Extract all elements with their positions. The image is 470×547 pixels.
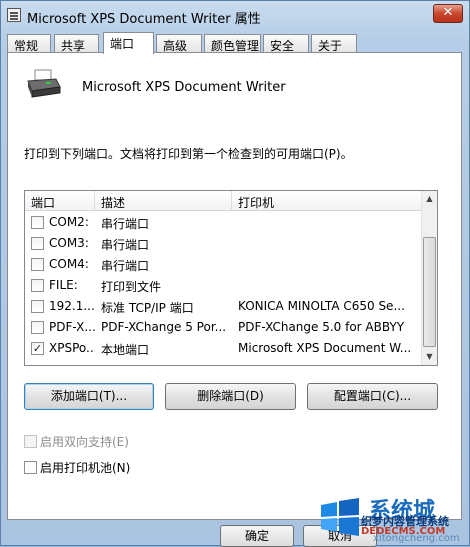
watermark-logo: 系统城 织梦内容管理系统 DEDECMS.COM xitongcheng.com xyxy=(313,491,470,547)
tab-color-management[interactable]: 颜色管理 xyxy=(204,34,261,53)
port-description-cell: 标准 TCP/IP 端口 xyxy=(101,301,194,315)
configure-port-button[interactable]: 配置端口(C)... xyxy=(307,383,438,410)
port-name-cell: FILE: xyxy=(49,278,78,292)
ok-button[interactable]: 确定 xyxy=(220,525,294,547)
port-row[interactable]: COM2: 串行端口 xyxy=(25,212,423,233)
port-description-cell: 串行端口 xyxy=(101,238,150,252)
port-row[interactable]: COM4: 串行端口 xyxy=(25,254,423,275)
scroll-down-icon[interactable]: ▼ xyxy=(422,349,437,365)
port-name-cell: 192.1... xyxy=(49,299,95,313)
port-checkbox[interactable] xyxy=(31,300,44,313)
bidirectional-label: 启用双向支持(E) xyxy=(40,435,129,449)
port-printer-cell: Microsoft XPS Document W... xyxy=(238,341,412,355)
properties-window: Microsoft XPS Document Writer 属性 ✕ 常规 共享… xyxy=(0,0,470,547)
port-checkbox[interactable] xyxy=(31,216,44,229)
tab-advanced[interactable]: 高级 xyxy=(156,34,202,53)
port-name-cell: PDF-X... xyxy=(49,320,95,334)
port-row[interactable]: COM3: 串行端口 xyxy=(25,233,423,254)
port-name-cell: COM4: xyxy=(49,257,89,271)
tab-security[interactable]: 安全 xyxy=(263,34,309,53)
port-name-cell: XPSPo... xyxy=(49,341,95,355)
port-description-cell: 本地端口 xyxy=(101,343,150,357)
window-title: Microsoft XPS Document Writer 属性 xyxy=(27,12,261,27)
port-name-cell: COM2: xyxy=(49,215,89,229)
printer-name: Microsoft XPS Document Writer xyxy=(82,80,286,95)
scroll-up-icon[interactable]: ▲ xyxy=(422,191,437,207)
bidirectional-checkbox[interactable] xyxy=(24,435,37,448)
port-list[interactable]: 端口 描述 打印机 COM2: 串行端口 COM3: 串行端口 COM4: 串行端口 FIL… xyxy=(24,190,438,366)
port-list-scrollbar[interactable]: ▲ ▼ xyxy=(421,191,437,365)
tab-sharing[interactable]: 共享 xyxy=(54,34,99,53)
port-list-header: 端口 描述 打印机 xyxy=(25,191,423,211)
title-bar: Microsoft XPS Document Writer 属性 ✕ xyxy=(1,1,469,31)
port-description-cell: 串行端口 xyxy=(101,217,150,231)
pooling-checkbox[interactable] xyxy=(24,461,37,474)
port-checkbox[interactable] xyxy=(31,258,44,271)
port-checkbox[interactable] xyxy=(31,237,44,250)
port-description-cell: 串行端口 xyxy=(101,259,150,273)
delete-port-button[interactable]: 删除端口(D) xyxy=(165,383,296,410)
port-printer-cell: KONICA MINOLTA C650 Se... xyxy=(238,299,405,313)
port-name-cell: COM3: xyxy=(49,236,89,250)
port-row[interactable]: 192.1... 标准 TCP/IP 端口 KONICA MINOLTA C650 … xyxy=(25,296,423,317)
port-description-cell: 打印到文件 xyxy=(101,280,162,294)
printer-pooling-option[interactable]: 启用打印机池(N) xyxy=(24,459,130,476)
port-checkbox[interactable] xyxy=(31,279,44,292)
tab-strip: 常规 共享 端口 高级 颜色管理 安全 关于 xyxy=(7,32,463,54)
tab-general[interactable]: 常规 xyxy=(7,34,51,53)
windows-logo-icon xyxy=(321,498,359,536)
pooling-label: 启用打印机池(N) xyxy=(40,461,131,475)
ports-panel: Microsoft XPS Document Writer 打印到下列端口。文档… xyxy=(7,52,462,520)
port-row[interactable]: ✓ XPSPo... 本地端口 Microsoft XPS Document W... xyxy=(25,338,423,359)
printer-icon xyxy=(27,69,61,98)
port-row[interactable]: PDF-X... PDF-XChange 5 Por... PDF-XChange … xyxy=(25,317,423,338)
add-port-button[interactable]: 添加端口(T)... xyxy=(24,383,154,410)
port-row[interactable]: FILE: 打印到文件 xyxy=(25,275,423,296)
bidirectional-support-option[interactable]: 启用双向支持(E) xyxy=(24,433,129,450)
port-checkbox[interactable]: ✓ xyxy=(31,342,44,355)
tab-ports[interactable]: 端口 xyxy=(103,32,154,54)
watermark-text-4: xitongcheng.com xyxy=(373,533,460,544)
scroll-thumb[interactable] xyxy=(423,237,436,347)
printer-properties-icon xyxy=(7,8,21,22)
column-printer[interactable]: 打印机 xyxy=(232,191,423,211)
tab-about[interactable]: 关于 xyxy=(311,34,357,53)
port-description-cell: PDF-XChange 5 Por... xyxy=(101,320,227,334)
close-button[interactable]: ✕ xyxy=(433,4,463,23)
port-printer-cell: PDF-XChange 5.0 for ABBYY xyxy=(238,320,405,334)
port-checkbox[interactable] xyxy=(31,321,44,334)
column-description[interactable]: 描述 xyxy=(95,191,232,211)
column-port[interactable]: 端口 xyxy=(25,191,95,211)
port-description: 打印到下列端口。文档将打印到第一个检查到的可用端口(P)。 xyxy=(24,147,353,161)
